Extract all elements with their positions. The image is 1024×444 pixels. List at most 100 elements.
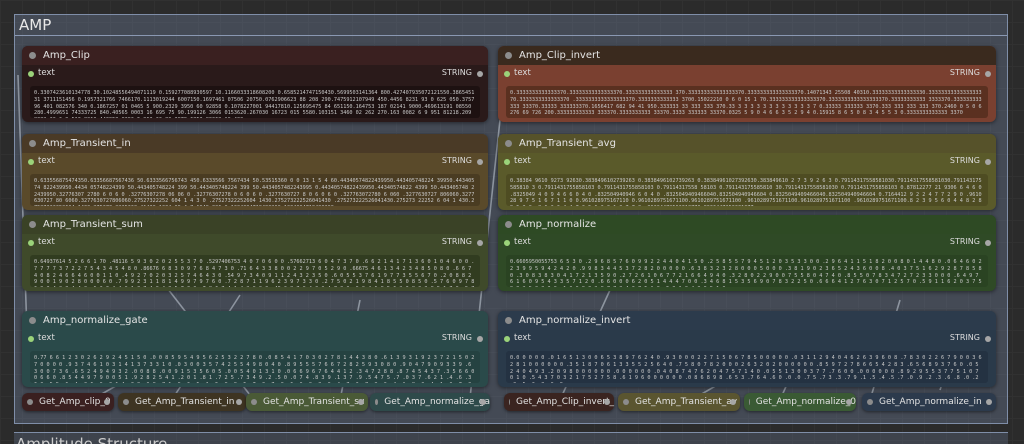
- node-amp-normalize[interactable]: Amp_normalize text STRING 0.660595005575…: [498, 215, 996, 291]
- node-collapse-dot[interactable]: [375, 399, 379, 405]
- input-slot-dot[interactable]: [28, 71, 34, 77]
- input-slot-dot[interactable]: [28, 336, 34, 342]
- node-collapse-dot[interactable]: [505, 317, 512, 324]
- output-slot-dot[interactable]: [986, 399, 992, 405]
- node-text-area[interactable]: 0.633556875474350.63356687567436 50.6333…: [30, 174, 480, 206]
- output-slot-dot[interactable]: [480, 399, 486, 405]
- input-slot-dot[interactable]: [28, 159, 34, 165]
- node-collapse-dot[interactable]: [623, 399, 629, 405]
- node-title: Amp_Transient_sum: [43, 219, 143, 230]
- node-amp-transient-avg[interactable]: Amp_Transient_avg text STRING 0.38384 96…: [498, 134, 996, 210]
- node-collapse-dot[interactable]: [29, 317, 36, 324]
- output-slot-type: STRING: [441, 156, 472, 165]
- node-amp-transient-sum[interactable]: Amp_Transient_sum text STRING 0.64937614…: [22, 215, 488, 291]
- node-collapse-dot[interactable]: [505, 140, 512, 147]
- node-collapse-dot[interactable]: [509, 399, 511, 405]
- get-node-get-amp-clip-0[interactable]: Get_Amp_clip_0: [22, 393, 114, 411]
- node-amp-clip-invert[interactable]: Amp_Clip_invert text STRING 0.3333333333…: [498, 46, 996, 122]
- node-text-area[interactable]: 0.6605950055753 6 5 3 0 .2 9 6 8 5 7 6 0…: [506, 255, 988, 287]
- node-text-area[interactable]: 0.0 0 0 0 0 .0 1 6 5 1 3 0 0 6 5 3 8 9 7…: [506, 351, 988, 383]
- group-title[interactable]: Amplitude Structure: [16, 435, 167, 444]
- get-node-get-amp-normalize-ga[interactable]: Get_Amp_normalize_ga: [370, 393, 490, 411]
- node-collapse-dot[interactable]: [29, 140, 36, 147]
- input-slot-dot[interactable]: [504, 159, 510, 165]
- node-amp-normalize-invert[interactable]: Amp_normalize_invert text STRING 0.0 0 0…: [498, 311, 996, 387]
- get-node-get-amp-transient-in[interactable]: Get_Amp_Transient_in: [118, 393, 246, 411]
- input-slot-label: text: [38, 156, 55, 166]
- node-title: Amp_Transient_in: [43, 138, 131, 149]
- node-text-area[interactable]: 0.77 6 6 1 2 3 0 2 6 2 9 2 4 5 1 5 0 .0 …: [30, 351, 480, 383]
- get-node-get-amp-normalize-in[interactable]: Get_Amp_normalize_in: [862, 393, 996, 411]
- node-slots: text STRING: [498, 153, 996, 170]
- output-slot-dot[interactable]: [477, 159, 483, 165]
- get-node-label: Get_Amp_Transient_av: [635, 397, 738, 407]
- get-node-get-amp-normalize-0[interactable]: Get_Amp_normalize_0: [744, 393, 856, 411]
- input-slot-dot[interactable]: [504, 336, 510, 342]
- node-header[interactable]: Amp_Clip: [22, 46, 488, 65]
- node-slots: text STRING: [498, 65, 996, 82]
- get-node-label: Get_Amp_normalize_0: [755, 397, 856, 407]
- output-slot-type: STRING: [441, 237, 472, 246]
- output-slot-dot[interactable]: [477, 240, 483, 246]
- output-slot-type: STRING: [949, 156, 980, 165]
- node-collapse-dot[interactable]: [251, 399, 257, 405]
- output-slot-dot[interactable]: [985, 240, 991, 246]
- input-slot-dot[interactable]: [504, 240, 510, 246]
- get-node-get-amp-clip-invert-[interactable]: Get_Amp_Clip_invert_: [504, 393, 614, 411]
- node-header[interactable]: Amp_Clip_invert: [498, 46, 996, 65]
- group-title[interactable]: AMP: [19, 16, 51, 34]
- node-header[interactable]: Amp_Transient_sum: [22, 215, 488, 234]
- input-slot-label: text: [514, 68, 531, 78]
- node-title: Amp_normalize_gate: [43, 315, 148, 326]
- node-collapse-dot[interactable]: [505, 52, 512, 59]
- node-slots: text STRING: [22, 330, 488, 347]
- node-collapse-dot[interactable]: [123, 399, 129, 405]
- node-collapse-dot[interactable]: [29, 52, 36, 59]
- node-text-area[interactable]: 0.3333333333333370.33333333333333370.333…: [506, 86, 988, 118]
- node-header[interactable]: Amp_normalize: [498, 215, 996, 234]
- node-header[interactable]: Amp_Transient_avg: [498, 134, 996, 153]
- output-slot-dot[interactable]: [846, 399, 852, 405]
- get-node-get-amp-transient-av[interactable]: Get_Amp_Transient_av: [618, 393, 740, 411]
- node-text-area[interactable]: 0.3307423610134778 30.10248556494071119 …: [30, 86, 480, 118]
- node-amp-clip[interactable]: Amp_Clip text STRING 0.3307423610134778 …: [22, 46, 488, 122]
- input-slot-label: text: [514, 156, 531, 166]
- output-slot-dot[interactable]: [604, 399, 610, 405]
- node-collapse-dot[interactable]: [505, 221, 512, 228]
- input-slot-label: text: [514, 333, 531, 343]
- node-header[interactable]: Amp_Transient_in: [22, 134, 488, 153]
- output-slot-dot[interactable]: [985, 159, 991, 165]
- output-slot-dot[interactable]: [985, 71, 991, 77]
- node-slots: text STRING: [22, 234, 488, 251]
- node-title: Amp_Transient_avg: [519, 138, 616, 149]
- output-slot-dot[interactable]: [358, 399, 364, 405]
- output-slot-dot[interactable]: [104, 399, 110, 405]
- input-slot-dot[interactable]: [504, 71, 510, 77]
- output-slot-dot[interactable]: [730, 399, 736, 405]
- output-slot-dot[interactable]: [477, 71, 483, 77]
- output-slot-dot[interactable]: [477, 336, 483, 342]
- node-text-area[interactable]: 0.64937614 5 2 6 6 1 70 .48116 5 9 3 0 2…: [30, 255, 480, 287]
- node-amp-transient-in[interactable]: Amp_Transient_in text STRING 0.633556875…: [22, 134, 488, 210]
- node-amp-normalize-gate[interactable]: Amp_normalize_gate text STRING 0.77 6 6 …: [22, 311, 488, 387]
- get-node-label: Get_Amp_clip_0: [39, 397, 111, 407]
- node-collapse-dot[interactable]: [29, 221, 36, 228]
- node-header[interactable]: Amp_normalize_gate: [22, 311, 488, 330]
- node-header[interactable]: Amp_normalize_invert: [498, 311, 996, 330]
- input-slot-dot[interactable]: [28, 240, 34, 246]
- get-node-label: Get_Amp_normalize_ga: [384, 397, 490, 407]
- output-slot-dot[interactable]: [236, 399, 242, 405]
- group-amplitude-structure[interactable]: Amplitude Structure: [14, 432, 1008, 444]
- node-collapse-dot[interactable]: [749, 399, 750, 405]
- get-node-get-amp-transient-su[interactable]: Get_Amp_Transient_su: [246, 393, 368, 411]
- node-collapse-dot[interactable]: [867, 399, 873, 405]
- input-slot-label: text: [38, 68, 55, 78]
- get-node-label: Get_Amp_Clip_invert_: [516, 397, 614, 407]
- node-collapse-dot[interactable]: [27, 399, 33, 405]
- node-title: Amp_Clip: [43, 50, 90, 61]
- node-text-area[interactable]: 0.38384 9610 9273 92630.3838496102739263…: [506, 174, 988, 206]
- output-slot-type: STRING: [949, 333, 980, 342]
- output-slot-type: STRING: [441, 68, 472, 77]
- output-slot-dot[interactable]: [985, 336, 991, 342]
- node-slots: text STRING: [498, 234, 996, 251]
